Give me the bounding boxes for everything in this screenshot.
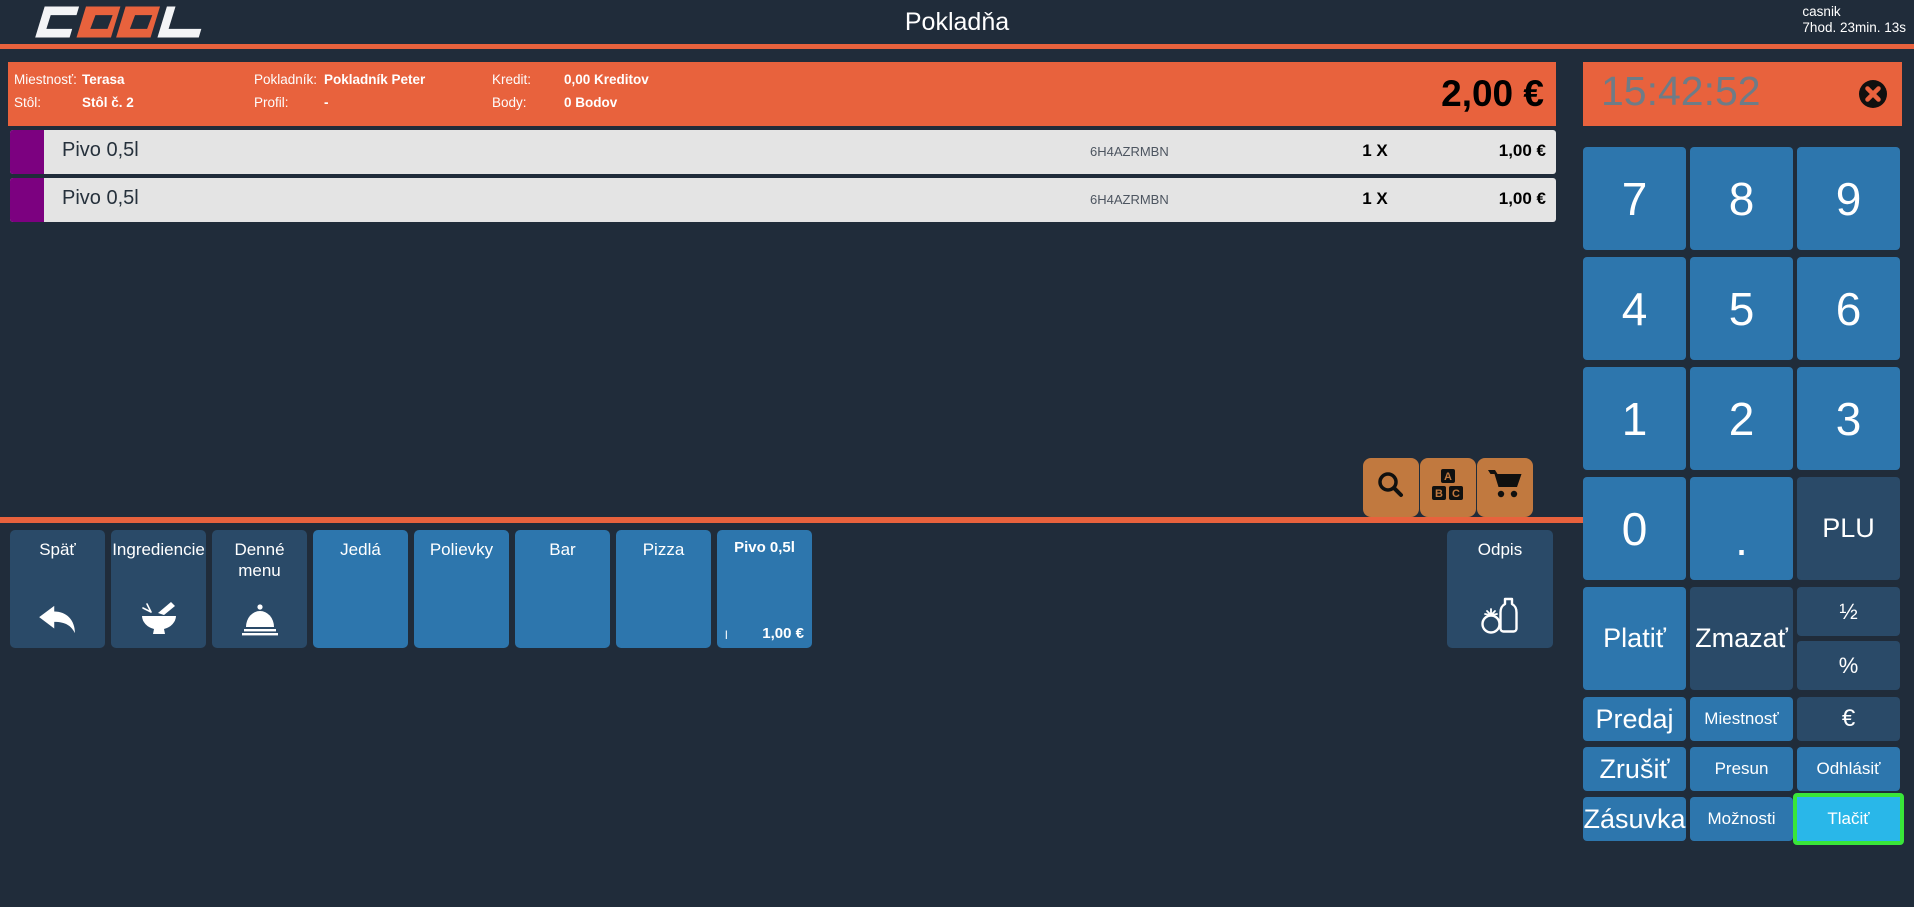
print-button[interactable]: Tlačiť xyxy=(1793,793,1904,845)
item-name: Pivo 0,5l xyxy=(62,187,139,210)
alphabetical-sort-button[interactable]: A B C xyxy=(1420,458,1476,517)
keypad-0[interactable]: 0 xyxy=(1583,477,1686,580)
user-session-info: casnik 7hod. 23min. 13s xyxy=(1802,4,1906,36)
item-category-stripe xyxy=(10,178,44,222)
item-category-stripe xyxy=(10,130,44,174)
writeoff-button[interactable]: Odpis xyxy=(1447,530,1553,648)
product-name: Pivo 0,5l xyxy=(717,530,812,556)
keypad-3[interactable]: 3 xyxy=(1797,367,1900,470)
svg-text:B: B xyxy=(1435,488,1443,500)
room-value: Terasa xyxy=(82,72,125,87)
keypad-6[interactable]: 6 xyxy=(1797,257,1900,360)
category-soups[interactable]: Polievky xyxy=(414,530,509,648)
category-daily-menu[interactable]: Denné menu xyxy=(212,530,307,648)
room-label: Miestnosť: xyxy=(14,72,77,87)
cart-icon xyxy=(1486,468,1524,507)
cancel-button[interactable]: Zrušiť xyxy=(1583,747,1686,791)
abc-blocks-icon: A B C xyxy=(1430,467,1466,508)
categories-divider xyxy=(0,517,1585,523)
pos-screen: Pokladňa casnik 7hod. 23min. 13s Miestno… xyxy=(0,0,1914,907)
category-ingredients[interactable]: Ingrediencie xyxy=(111,530,206,648)
order-total: 2,00 € xyxy=(1441,73,1544,115)
keypad-2[interactable]: 2 xyxy=(1690,367,1793,470)
foods-label: Jedlá xyxy=(313,530,408,560)
item-name: Pivo 0,5l xyxy=(62,139,139,162)
item-code: 6H4AZRMBN xyxy=(1090,192,1169,207)
keypad-8[interactable]: 8 xyxy=(1690,147,1793,250)
item-quantity: 1 X xyxy=(1340,189,1410,209)
category-bar[interactable]: Bar xyxy=(515,530,610,648)
page-title: Pokladňa xyxy=(0,8,1914,37)
daily-menu-label: Denné menu xyxy=(212,530,307,581)
profile-label: Profil: xyxy=(254,95,289,110)
session-duration: 7hod. 23min. 13s xyxy=(1802,20,1906,36)
credit-value: 0,00 Kreditov xyxy=(564,72,649,87)
back-button[interactable]: Späť xyxy=(10,530,105,648)
keypad-1[interactable]: 1 xyxy=(1583,367,1686,470)
mortar-icon xyxy=(111,600,206,636)
cashier-value: Pokladník Peter xyxy=(324,72,425,87)
close-icon[interactable] xyxy=(1857,78,1889,110)
half-button[interactable]: ½ xyxy=(1797,587,1900,636)
drawer-button[interactable]: Zásuvka xyxy=(1583,797,1686,841)
room-button[interactable]: Miestnosť xyxy=(1690,697,1793,741)
product-tile-footer: l 1,00 € xyxy=(725,625,804,642)
product-unit: l xyxy=(725,628,728,642)
ingredients-label: Ingrediencie xyxy=(111,530,206,560)
delete-button[interactable]: Zmazať xyxy=(1690,587,1793,690)
order-info-bar: Miestnosť: Terasa Stôl: Stôl č. 2 Poklad… xyxy=(8,62,1556,126)
item-price: 1,00 € xyxy=(1499,189,1546,209)
pay-button[interactable]: Platiť xyxy=(1583,587,1686,690)
order-item-row[interactable]: Pivo 0,5l 6H4AZRMBN 1 X 1,00 € xyxy=(10,130,1556,174)
product-price: 1,00 € xyxy=(762,625,804,642)
groceries-icon xyxy=(1447,596,1553,636)
writeoff-label: Odpis xyxy=(1447,530,1553,560)
credit-label: Kredit: xyxy=(492,72,531,87)
svg-text:C: C xyxy=(1452,488,1460,500)
table-label: Stôl: xyxy=(14,95,41,110)
category-pizza[interactable]: Pizza xyxy=(616,530,711,648)
cashier-label: Pokladník: xyxy=(254,72,317,87)
svg-text:A: A xyxy=(1444,471,1452,483)
keypad-4[interactable]: 4 xyxy=(1583,257,1686,360)
search-icon xyxy=(1374,468,1408,507)
header-divider xyxy=(0,44,1914,49)
pizza-label: Pizza xyxy=(616,530,711,560)
points-value: 0 Bodov xyxy=(564,95,617,110)
euro-button[interactable]: € xyxy=(1797,697,1900,741)
search-button[interactable] xyxy=(1363,458,1419,517)
soups-label: Polievky xyxy=(414,530,509,560)
user-name: casnik xyxy=(1802,4,1906,20)
keypad-9[interactable]: 9 xyxy=(1797,147,1900,250)
product-tile-pivo[interactable]: Pivo 0,5l l 1,00 € xyxy=(717,530,812,648)
keypad-5[interactable]: 5 xyxy=(1690,257,1793,360)
order-item-row[interactable]: Pivo 0,5l 6H4AZRMBN 1 X 1,00 € xyxy=(10,178,1556,222)
profile-value: - xyxy=(324,95,329,110)
back-arrow-icon xyxy=(10,604,105,636)
options-button[interactable]: Možnosti xyxy=(1690,797,1793,841)
item-quantity: 1 X xyxy=(1340,141,1410,161)
item-code: 6H4AZRMBN xyxy=(1090,144,1169,159)
item-price: 1,00 € xyxy=(1499,141,1546,161)
sale-button[interactable]: Predaj xyxy=(1583,697,1686,741)
bar-label: Bar xyxy=(515,530,610,560)
logout-button[interactable]: Odhlásiť xyxy=(1797,747,1900,791)
cart-button[interactable] xyxy=(1477,458,1533,517)
category-foods[interactable]: Jedlá xyxy=(313,530,408,648)
keypad-decimal[interactable]: . xyxy=(1690,477,1793,580)
cloche-icon xyxy=(212,602,307,636)
plu-button[interactable]: PLU xyxy=(1797,477,1900,580)
top-bar: Pokladňa casnik 7hod. 23min. 13s xyxy=(0,0,1914,44)
keypad-7[interactable]: 7 xyxy=(1583,147,1686,250)
transfer-button[interactable]: Presun xyxy=(1690,747,1793,791)
clock-time: 15:42:52 xyxy=(1601,68,1761,115)
clock-panel: 15:42:52 xyxy=(1583,62,1902,126)
percent-button[interactable]: % xyxy=(1797,641,1900,690)
back-label: Späť xyxy=(10,530,105,560)
table-value: Stôl č. 2 xyxy=(82,95,134,110)
points-label: Body: xyxy=(492,95,527,110)
